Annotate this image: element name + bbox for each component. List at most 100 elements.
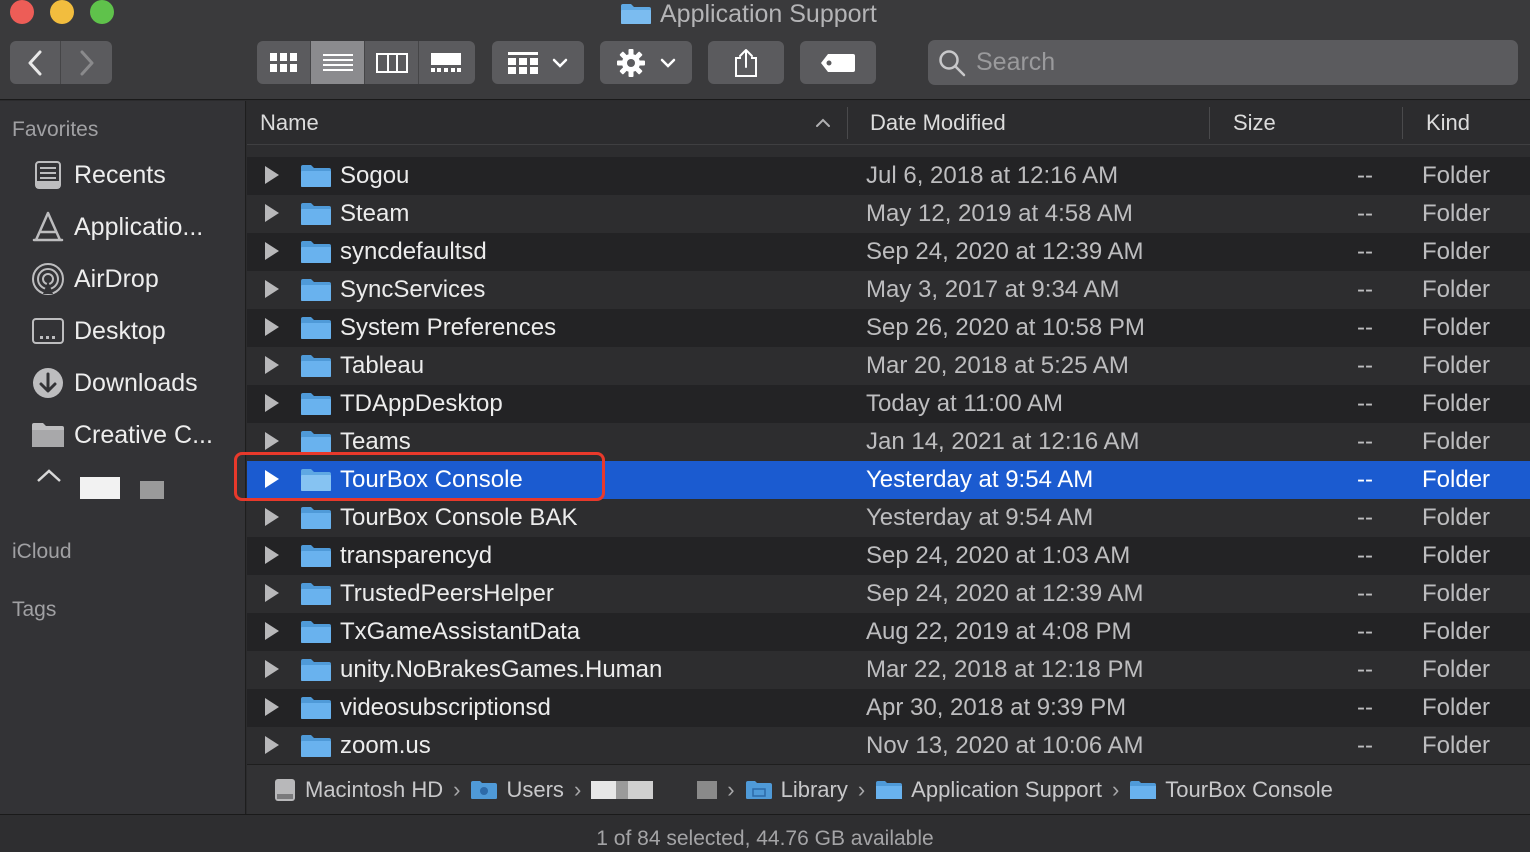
column-view-button[interactable]	[365, 41, 419, 84]
path-crumb-application-support[interactable]: Application Support	[875, 777, 1102, 803]
column-size-header[interactable]: Size	[1233, 101, 1276, 145]
file-size: --	[1357, 618, 1373, 645]
file-kind: Folder	[1422, 428, 1491, 455]
file-date: Apr 30, 2018 at 9:39 PM	[866, 694, 1127, 721]
status-text: 1 of 84 selected, 44.76 GB available	[596, 826, 934, 850]
action-button[interactable]	[600, 41, 692, 84]
share-icon	[735, 48, 757, 77]
file-size: --	[1357, 276, 1373, 303]
disclosure-triangle-icon[interactable]	[265, 622, 279, 640]
file-kind: Folder	[1422, 276, 1491, 303]
table-row[interactable]: Steam May 12, 2019 at 4:58 AM -- Folder	[247, 195, 1530, 233]
column-separator[interactable]	[847, 107, 848, 139]
sidebar-item-applications[interactable]: Applicatio...	[30, 207, 203, 247]
file-size: --	[1357, 238, 1373, 265]
path-crumb-redacted[interactable]	[591, 780, 718, 799]
close-window-button[interactable]	[10, 0, 34, 24]
column-date-header[interactable]: Date Modified	[870, 101, 1006, 145]
sidebar-item-label: Desktop	[74, 316, 166, 345]
table-row[interactable]: TrustedPeersHelper Sep 24, 2020 at 12:39…	[247, 575, 1530, 613]
table-row[interactable]: Tableau Mar 20, 2018 at 5:25 AM -- Folde…	[247, 347, 1530, 385]
path-crumb-library[interactable]: Library	[745, 777, 848, 803]
file-name: Steam	[340, 200, 410, 227]
gallery-view-button[interactable]	[419, 41, 473, 84]
file-name: zoom.us	[340, 732, 431, 759]
search-input[interactable]	[976, 48, 1496, 77]
folder-icon	[30, 417, 66, 453]
path-separator-icon: ›	[857, 776, 866, 802]
list-view-button[interactable]	[311, 41, 365, 84]
disclosure-triangle-icon[interactable]	[265, 318, 279, 336]
sidebar-item-airdrop[interactable]: AirDrop	[30, 259, 159, 299]
share-button[interactable]	[708, 41, 784, 84]
file-kind: Folder	[1422, 466, 1491, 493]
file-size: --	[1357, 466, 1373, 493]
file-name: TourBox Console	[340, 466, 523, 493]
zoom-window-button[interactable]	[90, 0, 114, 24]
disclosure-triangle-icon[interactable]	[265, 280, 279, 298]
disclosure-triangle-icon[interactable]	[265, 394, 279, 412]
column-separator[interactable]	[1209, 107, 1210, 139]
table-row[interactable]: Teams Jan 14, 2021 at 12:16 AM -- Folder	[247, 423, 1530, 461]
column-name-header[interactable]: Name	[260, 101, 319, 145]
icon-view-button[interactable]	[257, 41, 311, 84]
disclosure-triangle-icon[interactable]	[265, 470, 279, 488]
disclosure-triangle-icon[interactable]	[265, 736, 279, 754]
table-row[interactable]: transparencyd Sep 24, 2020 at 1:03 AM --…	[247, 537, 1530, 575]
disclosure-triangle-icon[interactable]	[265, 242, 279, 260]
file-date: Yesterday at 9:54 AM	[866, 466, 1094, 493]
table-row[interactable]: TxGameAssistantData Aug 22, 2019 at 4:08…	[247, 613, 1530, 651]
table-row[interactable]: Sogou Jul 6, 2018 at 12:16 AM -- Folder	[247, 157, 1530, 195]
disclosure-triangle-icon[interactable]	[265, 356, 279, 374]
table-row[interactable]: unity.NoBrakesGames.Human Mar 22, 2018 a…	[247, 651, 1530, 689]
column-separator[interactable]	[1402, 107, 1403, 139]
sidebar-item-recents[interactable]: Recents	[30, 155, 166, 195]
sidebar-item-label: AirDrop	[74, 264, 159, 293]
file-name: SyncServices	[340, 276, 486, 303]
minimize-window-button[interactable]	[50, 0, 74, 24]
path-crumb-users[interactable]: Users	[470, 777, 564, 803]
redaction-block	[591, 780, 654, 799]
back-button[interactable]	[10, 41, 61, 84]
table-row[interactable]: TDAppDesktop Today at 11:00 AM -- Folder	[247, 385, 1530, 423]
disclosure-triangle-icon[interactable]	[265, 660, 279, 678]
disclosure-triangle-icon[interactable]	[265, 432, 279, 450]
sidebar-item-creative-cloud[interactable]: Creative C...	[30, 415, 213, 455]
table-row-partial[interactable]	[247, 145, 1530, 157]
path-separator-icon: ›	[573, 776, 582, 802]
disclosure-triangle-icon[interactable]	[265, 698, 279, 716]
disclosure-triangle-icon[interactable]	[265, 166, 279, 184]
disclosure-triangle-icon[interactable]	[265, 584, 279, 602]
file-size: --	[1357, 314, 1373, 341]
tag-icon	[821, 53, 855, 72]
table-row[interactable]: TourBox Console BAK Yesterday at 9:54 AM…	[247, 499, 1530, 537]
disclosure-triangle-icon[interactable]	[265, 204, 279, 222]
file-name: Tableau	[340, 352, 425, 379]
sidebar-item-desktop[interactable]: Desktop	[30, 311, 166, 351]
path-crumb-current[interactable]: TourBox Console	[1129, 777, 1333, 803]
file-kind: Folder	[1422, 542, 1491, 569]
sort-ascending-icon	[816, 118, 830, 127]
path-separator-icon: ›	[727, 776, 735, 802]
table-row[interactable]: SyncServices May 3, 2017 at 9:34 AM -- F…	[247, 271, 1530, 309]
disclosure-triangle-icon[interactable]	[265, 546, 279, 564]
disclosure-triangle-icon[interactable]	[265, 508, 279, 526]
table-row[interactable]: videosubscriptionsd Apr 30, 2018 at 9:39…	[247, 689, 1530, 727]
file-size: --	[1357, 694, 1373, 721]
column-kind-header[interactable]: Kind	[1426, 101, 1470, 145]
path-crumb-drive[interactable]: Macintosh HD	[273, 777, 443, 803]
redacted-sidebar-item[interactable]	[36, 469, 186, 499]
tag-button[interactable]	[800, 41, 876, 84]
search-field[interactable]	[928, 40, 1518, 85]
sidebar-item-downloads[interactable]: Downloads	[30, 363, 198, 403]
window-title: Application Support	[620, 0, 877, 28]
table-row[interactable]: syncdefaultsd Sep 24, 2020 at 12:39 AM -…	[247, 233, 1530, 271]
table-row[interactable]: System Preferences Sep 26, 2020 at 10:58…	[247, 309, 1530, 347]
redaction-block	[80, 477, 120, 499]
table-row-selected[interactable]: TourBox Console Yesterday at 9:54 AM -- …	[247, 461, 1530, 499]
folder-icon	[301, 583, 331, 605]
list-icon	[322, 53, 353, 71]
forward-button[interactable]	[61, 41, 112, 84]
table-row[interactable]: zoom.us Nov 13, 2020 at 10:06 AM -- Fold…	[247, 727, 1530, 764]
group-button[interactable]	[492, 41, 584, 84]
